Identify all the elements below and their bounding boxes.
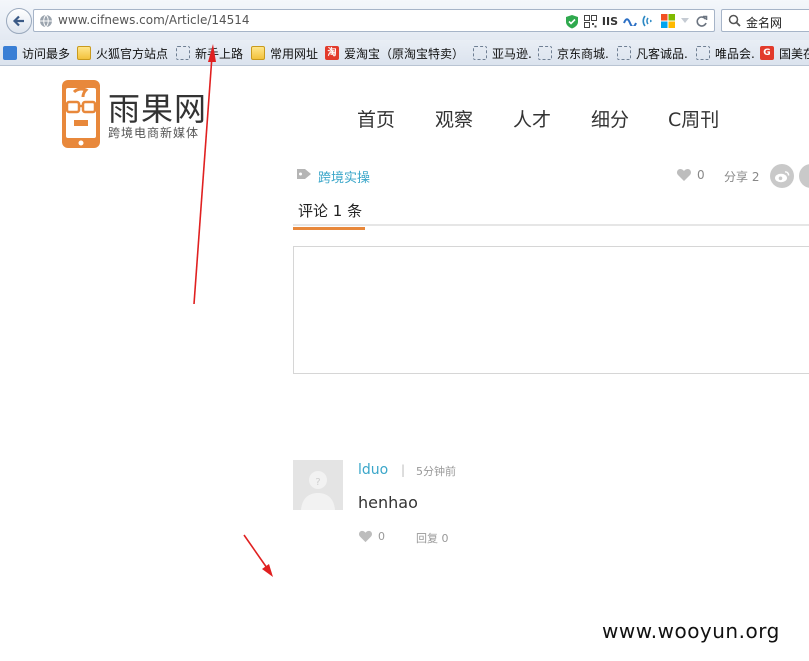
wave-icon[interactable] [623,16,637,26]
heart-icon [676,169,692,181]
weibo-share-button[interactable] [770,164,794,188]
windows-logo-icon[interactable] [661,14,675,28]
bookmark-label: 新手上路 [195,46,244,61]
blank-page-icon [538,46,552,60]
site-logo-slogan: 跨境电商新媒体 [108,126,200,140]
back-arrow-icon [12,15,24,27]
comment-textarea[interactable] [293,246,809,374]
nav-item-home[interactable]: 首页 [357,105,395,132]
folder-icon [251,46,265,60]
url-text[interactable]: www.cifnews.com/Article/14514 [58,13,250,27]
bookmark-item[interactable]: 访问最多 [3,45,70,61]
share-count: 2 [751,170,760,184]
address-bar-icons: IIS [565,13,708,29]
nav-item-observe[interactable]: 观察 [435,105,473,132]
tag-icon [297,169,311,179]
default-user-icon: ? [293,460,343,510]
search-icon [728,14,741,27]
bookmarks-toolbar: 访问最多 火狐官方站点 新手上路 常用网址 淘 爱淘宝（原淘宝特卖） 亚马逊. … [0,40,809,66]
annotation-arrow-down [243,534,273,577]
gome-icon: G [760,46,774,60]
bookmark-item[interactable]: 淘 爱淘宝（原淘宝特卖） [325,45,464,61]
taobao-icon: 淘 [325,46,339,60]
avatar[interactable]: ? [293,460,343,510]
svg-text:?: ? [315,477,320,488]
comment-like-count: 0 [378,530,385,543]
comment-text: henhao [358,493,418,512]
comment-like-button[interactable]: 0 [358,530,385,543]
comment-timestamp: 5分钟前 [416,465,456,478]
weibo-icon [775,170,790,182]
bookmark-item[interactable]: G 国美在 [760,45,809,61]
reload-icon[interactable] [695,15,708,28]
bookmark-label: 国美在 [779,46,809,61]
bookmark-label: 亚马逊. [492,46,532,61]
annotation-arrow-up [193,44,216,305]
comment-reply-button[interactable]: 回复 0 [416,530,449,546]
share-text: 分享 [724,170,749,184]
bookmark-label: 爱淘宝（原淘宝特卖） [344,46,465,61]
bookmark-label: 常用网址 [270,46,319,61]
back-button[interactable] [6,8,32,34]
bookmark-label: 凡客诚品. [636,46,688,61]
folder-icon [77,46,91,60]
most-visited-icon [3,46,17,60]
cifnews-logo-icon[interactable] [60,78,102,150]
bookmark-item[interactable]: 新手上路 [176,45,243,61]
nav-item-c-weekly[interactable]: C周刊 [668,105,719,132]
bookmark-item[interactable]: 常用网址 [251,45,318,61]
article-tag-link[interactable]: 跨境实操 [318,167,370,186]
bookmark-label: 唯品会. [715,46,755,61]
article-like-count: 0 [697,168,705,182]
blank-page-icon [473,46,487,60]
nav-item-segments[interactable]: 细分 [591,105,629,132]
search-bar[interactable]: 金名网 [721,9,809,32]
comments-heading[interactable]: 评论 1 条 [298,200,362,221]
comment-separator: | [401,463,406,477]
bookmark-item[interactable]: 京东商城. [538,45,609,61]
globe-icon [40,14,52,28]
article-like-button[interactable]: 0 [676,168,705,182]
blank-page-icon [696,46,710,60]
bookmark-item[interactable]: 火狐官方站点 [77,45,168,61]
browser-navbar: www.cifnews.com/Article/14514 IIS 金名网 [0,0,809,40]
comment-username[interactable]: lduo [358,462,388,478]
iis-badge[interactable]: IIS [602,15,618,28]
blank-page-icon [617,46,631,60]
bookmark-label: 京东商城. [557,46,609,61]
comments-divider [293,224,809,226]
bookmark-item[interactable]: 亚马逊. [473,45,532,61]
address-bar[interactable]: www.cifnews.com/Article/14514 IIS [33,9,715,32]
search-input[interactable]: 金名网 [746,14,782,31]
comments-tab-indicator [293,227,365,230]
bookmark-label: 火狐官方站点 [96,46,169,61]
heart-icon [358,530,373,543]
bookmark-label: 访问最多 [22,46,71,61]
bookmark-item[interactable]: 唯品会. [696,45,755,61]
more-share-button[interactable] [799,164,809,188]
wooyun-watermark: www.wooyun.org [602,619,780,643]
blank-page-icon [176,46,190,60]
bookmark-item[interactable]: 凡客诚品. [617,45,688,61]
shield-check-icon[interactable] [565,14,579,29]
dropdown-arrow-icon[interactable] [680,17,690,25]
qr-code-icon[interactable] [583,14,597,28]
nav-item-talent[interactable]: 人才 [513,105,551,132]
signal-icon[interactable] [642,14,656,28]
share-label: 分享 2 [724,168,759,185]
